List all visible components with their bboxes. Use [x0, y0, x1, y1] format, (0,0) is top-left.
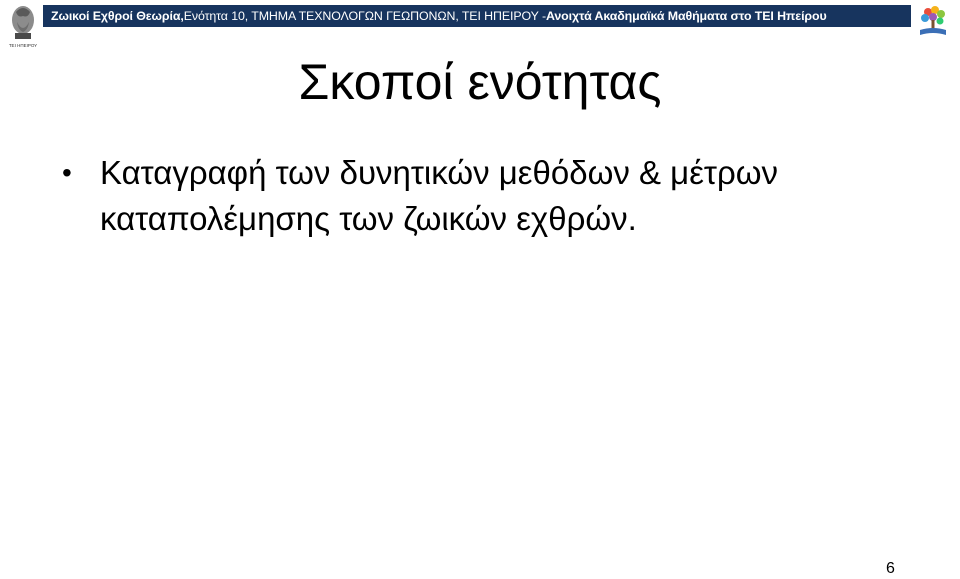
bullet-list: • Καταγραφή των δυνητικών μεθόδων & μέτρ… [58, 150, 938, 242]
bullet-text: Καταγραφή των δυνητικών μεθόδων & μέτρων… [100, 154, 778, 237]
open-courses-logo-icon [916, 4, 950, 38]
bullet-icon: • [62, 157, 72, 188]
header-bar: Ζωικοί Εχθροί Θεωρία, Ενότητα 10, ΤΜΗΜΑ … [43, 5, 911, 27]
header-section: Ενότητα 10, ΤΜΗΜΑ ΤΕΧΝΟΛΟΓΩΝ ΓΕΩΠΟΝΩΝ, Τ… [183, 9, 546, 23]
tei-epirus-logo-icon: ΤΕΙ ΗΠΕΙΡΟΥ [6, 4, 40, 50]
slide: ΤΕΙ ΗΠΕΙΡΟΥ Ζωικοί Εχθροί Θεωρία, Ενότητ… [0, 0, 960, 579]
page-number: 6 [886, 560, 895, 577]
header-course: Ζωικοί Εχθροί Θεωρία, [51, 9, 184, 23]
list-item: • Καταγραφή των δυνητικών μεθόδων & μέτρ… [58, 150, 938, 242]
slide-title: Σκοποί ενότητας [298, 54, 662, 110]
header-program: Ανοιχτά Ακαδημαϊκά Μαθήματα στο ΤΕΙ Ηπεί… [545, 9, 827, 23]
